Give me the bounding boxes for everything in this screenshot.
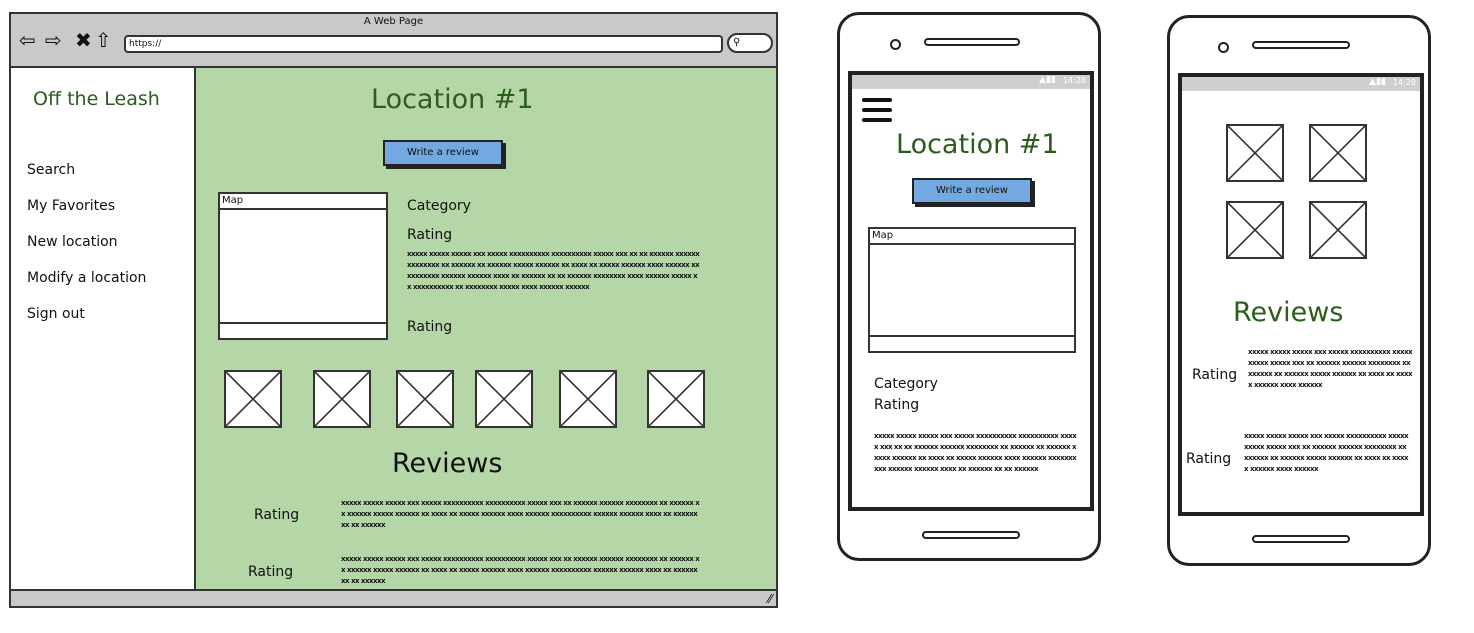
rating-label: Rating bbox=[407, 227, 453, 243]
home-button[interactable] bbox=[922, 531, 1020, 539]
image-placeholder[interactable] bbox=[1309, 124, 1367, 182]
sidebar-item-new-location[interactable]: New location bbox=[27, 234, 118, 250]
phone-mockup-gallery: ▲▮▮ 14:28 Reviews Rating xxxxx xxxxx xxx… bbox=[1167, 15, 1431, 566]
review-rating-label: Rating bbox=[1186, 451, 1232, 467]
review-rating-label: Rating bbox=[248, 564, 294, 580]
status-time: 14:28 bbox=[1392, 78, 1416, 87]
search-icon: ⚲ bbox=[733, 37, 741, 48]
resize-grip-icon[interactable]: ⁄⁄ bbox=[768, 592, 772, 606]
image-placeholder[interactable] bbox=[1309, 201, 1367, 259]
close-icon[interactable]: ✖ bbox=[75, 30, 92, 50]
phone-status-bar: ▲▮▮ 14:28 bbox=[1182, 77, 1420, 91]
hamburger-menu-icon[interactable] bbox=[862, 98, 892, 126]
back-arrow-icon[interactable]: ⇦ bbox=[19, 30, 36, 50]
phone-screen: ▲▮▮ 14:28 Reviews Rating xxxxx xxxxx xxx… bbox=[1178, 73, 1424, 516]
site-logo[interactable]: Off the Leash bbox=[33, 88, 160, 110]
map-footer-divider bbox=[220, 322, 386, 324]
map[interactable]: Map bbox=[868, 227, 1076, 353]
map-header-divider bbox=[870, 243, 1074, 245]
sidebar-item-modify-location[interactable]: Modify a location bbox=[27, 270, 146, 286]
review-text: xxxxx xxxxx xxxxx xxx xxxxx xxxxxxxxxx x… bbox=[1248, 348, 1413, 389]
write-review-button[interactable]: Write a review bbox=[383, 140, 503, 166]
image-placeholder[interactable] bbox=[396, 370, 454, 428]
sidebar-item-search[interactable]: Search bbox=[27, 162, 75, 178]
rating-label-secondary: Rating bbox=[407, 319, 453, 335]
page-title: Location #1 bbox=[896, 129, 1059, 160]
page-content: Off the Leash Search My Favorites New lo… bbox=[11, 66, 776, 593]
image-placeholder[interactable] bbox=[1226, 201, 1284, 259]
map-footer-divider bbox=[870, 335, 1074, 337]
review-rating-label: Rating bbox=[254, 507, 300, 523]
camera-icon bbox=[890, 39, 901, 50]
home-button[interactable] bbox=[1252, 535, 1350, 543]
map[interactable]: Map bbox=[218, 192, 388, 340]
description-text: xxxxx xxxxx xxxxx xxx xxxxx xxxxxxxxxx x… bbox=[874, 432, 1077, 473]
home-icon[interactable]: ⇧ bbox=[95, 30, 112, 50]
write-review-button[interactable]: Write a review bbox=[912, 178, 1032, 204]
image-placeholder[interactable] bbox=[224, 370, 282, 428]
map-header-divider bbox=[220, 208, 386, 210]
category-label: Category bbox=[874, 376, 938, 392]
map-label: Map bbox=[872, 230, 894, 241]
status-bar: ⁄⁄ bbox=[11, 589, 776, 606]
browser-search-box[interactable]: ⚲ bbox=[727, 33, 773, 53]
browser-window: A Web Page ⇦ ⇨ ✖ ⇧ https:// ⚲ Off the Le… bbox=[9, 12, 778, 608]
window-title: A Web Page bbox=[363, 16, 424, 27]
image-placeholder[interactable] bbox=[313, 370, 371, 428]
map-label: Map bbox=[222, 195, 244, 206]
status-time: 14:28 bbox=[1062, 76, 1086, 85]
camera-icon bbox=[1218, 42, 1229, 53]
forward-arrow-icon[interactable]: ⇨ bbox=[45, 30, 62, 50]
phone-screen: ▲▮▮ 14:28 Location #1 Write a review Map… bbox=[848, 71, 1094, 511]
signal-wifi-battery-icon: ▲▮▮ bbox=[1039, 75, 1056, 85]
image-placeholder[interactable] bbox=[1226, 124, 1284, 182]
sidebar-item-sign-out[interactable]: Sign out bbox=[27, 306, 85, 322]
review-text: xxxxx xxxxx xxxxx xxx xxxxx xxxxxxxxxx x… bbox=[1244, 432, 1409, 473]
speaker-grille bbox=[1252, 41, 1350, 49]
category-label: Category bbox=[407, 198, 471, 214]
reviews-heading: Reviews bbox=[1233, 297, 1344, 328]
signal-wifi-battery-icon: ▲▮▮ bbox=[1369, 77, 1386, 87]
description-text: xxxxx xxxxx xxxxx xxx xxxxx xxxxxxxxxx x… bbox=[407, 250, 700, 291]
speaker-grille bbox=[924, 38, 1020, 46]
phone-status-bar: ▲▮▮ 14:28 bbox=[852, 75, 1090, 89]
review-text: xxxxx xxxxx xxxxx xxx xxxxx xxxxxxxxxx x… bbox=[341, 499, 700, 529]
sidebar-item-my-favorites[interactable]: My Favorites bbox=[27, 198, 115, 214]
page-title: Location #1 bbox=[371, 84, 534, 115]
image-placeholder[interactable] bbox=[475, 370, 533, 428]
phone-mockup-detail: ▲▮▮ 14:28 Location #1 Write a review Map… bbox=[837, 12, 1101, 561]
image-placeholder[interactable] bbox=[559, 370, 617, 428]
image-placeholder[interactable] bbox=[647, 370, 705, 428]
review-rating-label: Rating bbox=[1192, 367, 1238, 383]
url-bar[interactable]: https:// bbox=[124, 35, 723, 53]
review-text: xxxxx xxxxx xxxxx xxx xxxxx xxxxxxxxxx x… bbox=[341, 555, 700, 585]
rating-label: Rating bbox=[874, 397, 920, 413]
sidebar: Off the Leash Search My Favorites New lo… bbox=[11, 68, 196, 593]
reviews-heading: Reviews bbox=[392, 448, 503, 479]
